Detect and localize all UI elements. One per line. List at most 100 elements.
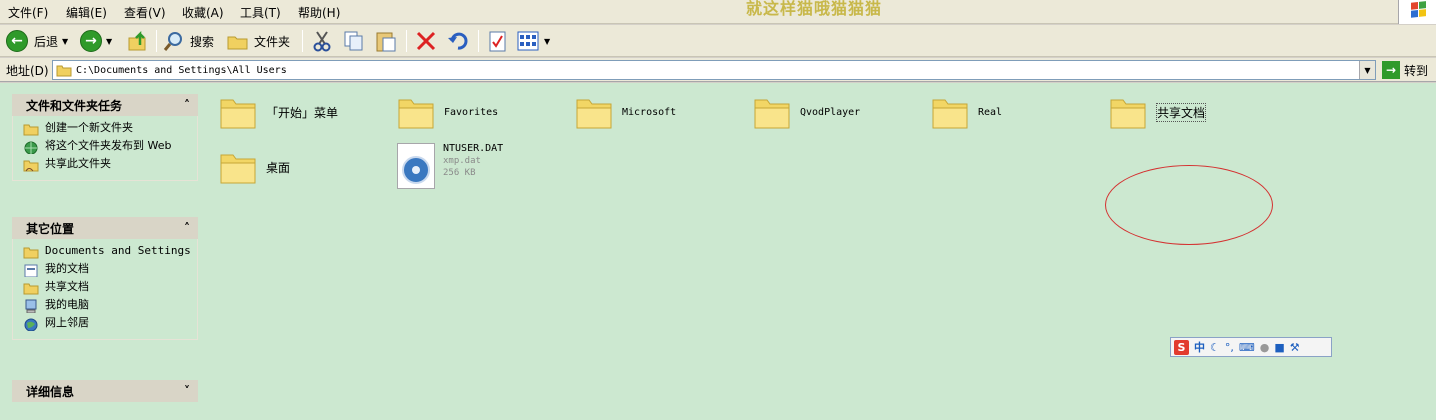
task-label: 将这个文件夹发布到 Web bbox=[45, 139, 172, 152]
copy-button[interactable] bbox=[342, 28, 366, 54]
network-globe-icon bbox=[24, 318, 38, 331]
tasks-panel-header[interactable]: 文件和文件夹任务 ˄ bbox=[12, 94, 198, 116]
address-label: 地址(D) bbox=[6, 64, 49, 78]
folders-button[interactable]: 文件夹 bbox=[226, 28, 290, 54]
keyboard-icon[interactable]: ⌨ bbox=[1239, 341, 1255, 354]
properties-button[interactable] bbox=[486, 28, 510, 54]
file-meta: NTUSER.DAT xmp.dat 256 KB bbox=[443, 143, 503, 179]
delete-button[interactable] bbox=[414, 28, 438, 54]
menu-help[interactable]: 帮助(H) bbox=[298, 4, 340, 21]
search-label: 搜索 bbox=[190, 34, 215, 49]
back-label: 后退 bbox=[34, 34, 59, 49]
go-button[interactable]: → 转到 bbox=[1382, 60, 1428, 80]
file-label: Favorites bbox=[444, 106, 499, 118]
folder-microsoft[interactable]: Microsoft bbox=[574, 92, 676, 132]
expand-chevron-icon[interactable]: ˅ bbox=[184, 384, 190, 398]
up-folder-icon bbox=[128, 30, 146, 51]
forward-button[interactable]: → ▼ bbox=[80, 28, 112, 54]
folders-icon bbox=[227, 36, 248, 50]
menu-tools[interactable]: 工具(T) bbox=[240, 4, 281, 21]
task-publish-web[interactable]: 将这个文件夹发布到 Web bbox=[23, 140, 191, 154]
other-places-body: Documents and Settings 我的文档 共享文档 我的电脑 网上… bbox=[12, 239, 198, 340]
ime-toolbar[interactable]: S 中 ☾ °, ⌨ ● ■ ⚒ bbox=[1170, 337, 1332, 357]
views-dropdown-icon[interactable]: ▼ bbox=[544, 37, 550, 46]
settings-wrench-icon[interactable]: ⚒ bbox=[1290, 341, 1300, 354]
punctuation-icon[interactable]: °, bbox=[1225, 341, 1234, 354]
new-folder-icon bbox=[23, 124, 39, 136]
up-folder-button[interactable] bbox=[126, 28, 150, 54]
my-documents-icon bbox=[24, 264, 38, 277]
place-my-computer[interactable]: 我的电脑 bbox=[23, 299, 191, 313]
ime-mode[interactable]: 中 bbox=[1194, 339, 1205, 355]
file-label: NTUSER.DAT bbox=[443, 143, 504, 154]
forward-dropdown-icon[interactable]: ▼ bbox=[106, 37, 112, 46]
folder-shared-documents[interactable]: 共享文档 bbox=[1108, 92, 1207, 132]
highlight-ellipse bbox=[1105, 165, 1273, 245]
task-label: 共享此文件夹 bbox=[45, 157, 111, 170]
skin-shirt-icon[interactable]: ■ bbox=[1274, 341, 1284, 354]
undo-button[interactable] bbox=[446, 28, 470, 54]
folder-icon bbox=[932, 99, 968, 129]
menu-view[interactable]: 查看(V) bbox=[124, 4, 166, 21]
back-button[interactable]: ← 后退 ▼ bbox=[6, 28, 68, 54]
other-places-header[interactable]: 其它位置 ˄ bbox=[12, 217, 198, 239]
cut-button[interactable] bbox=[310, 28, 334, 54]
dat-file-icon bbox=[397, 143, 435, 189]
details-panel: 详细信息 ˅ bbox=[12, 380, 198, 402]
file-size: 256 KB bbox=[443, 168, 476, 178]
folder-real[interactable]: Real bbox=[930, 92, 1002, 132]
task-share-folder[interactable]: 共享此文件夹 bbox=[23, 158, 191, 172]
address-bar: 地址(D) C:\Documents and Settings\All User… bbox=[0, 58, 1436, 82]
folder-icon bbox=[1110, 99, 1146, 129]
place-shared-documents[interactable]: 共享文档 bbox=[23, 281, 191, 295]
views-button[interactable]: ▼ bbox=[516, 28, 550, 54]
tasks-panel-body: 创建一个新文件夹 将这个文件夹发布到 Web 共享此文件夹 bbox=[12, 116, 198, 181]
explorer-main: 文件和文件夹任务 ˄ 创建一个新文件夹 将这个文件夹发布到 Web 共享此文件夹… bbox=[0, 83, 1436, 420]
collapse-chevron-icon[interactable]: ˄ bbox=[184, 221, 190, 235]
place-documents-and-settings[interactable]: Documents and Settings bbox=[23, 245, 191, 259]
back-dropdown-icon[interactable]: ▼ bbox=[62, 37, 68, 46]
menu-favorites[interactable]: 收藏(A) bbox=[182, 4, 224, 21]
sogou-logo-icon[interactable]: S bbox=[1174, 339, 1189, 355]
undo-icon bbox=[448, 32, 468, 50]
folder-qvodplayer[interactable]: QvodPlayer bbox=[752, 92, 860, 132]
place-label: 共享文档 bbox=[45, 280, 89, 293]
place-network[interactable]: 网上邻居 bbox=[23, 317, 191, 331]
windows-logo bbox=[1398, 0, 1436, 24]
folder-start-menu[interactable]: 「开始」菜单 bbox=[218, 92, 338, 132]
collapse-chevron-icon[interactable]: ˄ bbox=[184, 98, 190, 112]
place-label: 我的文档 bbox=[45, 262, 89, 275]
back-arrow-icon: ← bbox=[6, 30, 28, 52]
file-label: Real bbox=[978, 106, 1003, 118]
search-icon bbox=[163, 32, 182, 51]
scissors-icon bbox=[313, 31, 331, 52]
file-kind: xmp.dat bbox=[443, 156, 481, 166]
address-dropdown-icon[interactable]: ▼ bbox=[1359, 61, 1375, 79]
tasks-panel-title: 文件和文件夹任务 bbox=[26, 98, 123, 113]
menu-file[interactable]: 文件(F) bbox=[8, 4, 48, 21]
address-value: C:\Documents and Settings\All Users bbox=[76, 64, 287, 76]
views-grid-icon bbox=[517, 31, 539, 51]
place-label: 我的电脑 bbox=[45, 298, 89, 311]
folder-desktop[interactable]: 桌面 bbox=[218, 147, 290, 187]
delete-x-icon bbox=[416, 31, 436, 51]
menu-edit[interactable]: 编辑(E) bbox=[66, 4, 107, 21]
place-my-documents[interactable]: 我的文档 bbox=[23, 263, 191, 277]
search-button[interactable]: 搜索 bbox=[162, 28, 214, 54]
details-header[interactable]: 详细信息 ˅ bbox=[12, 380, 198, 402]
user-icon[interactable]: ● bbox=[1260, 341, 1270, 354]
folder-icon bbox=[23, 283, 39, 295]
half-width-moon-icon[interactable]: ☾ bbox=[1210, 341, 1220, 354]
details-title: 详细信息 bbox=[26, 384, 75, 399]
folder-favorites[interactable]: Favorites bbox=[396, 92, 498, 132]
address-input[interactable]: C:\Documents and Settings\All Users ▼ bbox=[52, 60, 1376, 80]
paste-button[interactable] bbox=[374, 28, 398, 54]
task-label: 创建一个新文件夹 bbox=[45, 121, 133, 134]
file-label: 共享文档 bbox=[1156, 102, 1207, 122]
folder-icon bbox=[576, 99, 612, 129]
task-new-folder[interactable]: 创建一个新文件夹 bbox=[23, 122, 191, 136]
folder-icon bbox=[220, 154, 256, 184]
file-ntuser-dat[interactable]: NTUSER.DAT xmp.dat 256 KB bbox=[397, 143, 503, 189]
paste-icon bbox=[376, 32, 396, 52]
folders-label: 文件夹 bbox=[254, 34, 291, 49]
